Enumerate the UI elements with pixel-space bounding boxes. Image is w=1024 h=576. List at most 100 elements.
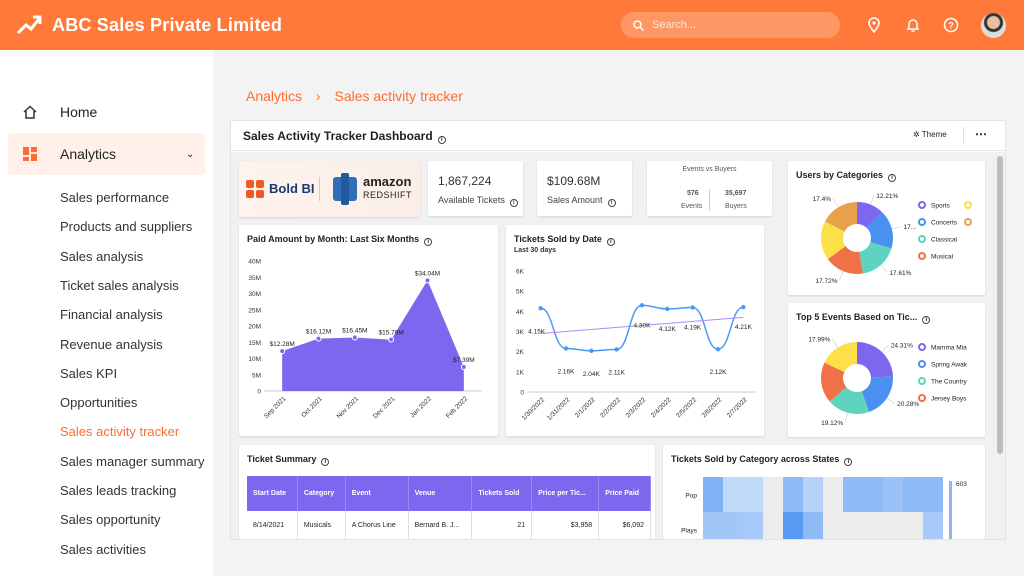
data-label: 2.12K <box>710 369 728 376</box>
slice-label: 24.31% <box>891 342 913 349</box>
trend-up-logo-icon <box>16 15 42 35</box>
column-header[interactable]: Event <box>345 476 409 511</box>
leader-line <box>881 344 890 353</box>
vertical-scrollbar[interactable] <box>997 156 1003 454</box>
sidebar-subitem[interactable]: Sales activity tracker <box>60 424 179 439</box>
column-header[interactable]: Category <box>297 476 346 511</box>
y-tick-label: 0 <box>257 389 261 396</box>
column-header[interactable]: Price Paid <box>598 476 651 511</box>
legend-marker-icon <box>918 343 926 351</box>
buyers-value: 35,697 <box>725 190 747 197</box>
heatmap-cell <box>783 477 803 512</box>
table-cell: A Chorus Line <box>345 511 409 539</box>
sidebar-subitem[interactable]: Revenue analysis <box>60 337 163 352</box>
x-tick-label: Sep 2021 <box>263 395 288 420</box>
column-header[interactable]: Start Date <box>247 476 298 511</box>
column-header[interactable]: Tickets Sold <box>471 476 533 511</box>
legend-marker-icon <box>918 235 926 243</box>
divider <box>319 177 320 201</box>
redshift-logo-icon <box>333 173 357 205</box>
sidebar-subitem[interactable]: Products and suppliers <box>60 219 192 234</box>
leader-line <box>839 271 844 281</box>
events-label: Events <box>681 203 703 210</box>
data-label: $12.28M <box>270 341 295 348</box>
dashboard-titlebar: Sales Activity Tracker Dashboard i ✲ Them… <box>231 121 1005 151</box>
legend-marker-icon <box>964 218 972 226</box>
kpi-value: $109.68M <box>547 174 601 188</box>
sidebar-subitem[interactable]: Opportunities <box>60 395 137 410</box>
sidebar-subitem[interactable]: Sales activities <box>60 542 146 557</box>
column-header[interactable]: Price per Tic... <box>531 476 600 511</box>
area-series <box>282 280 464 391</box>
data-point <box>538 306 543 311</box>
chevron-down-icon: ⌄ <box>186 148 195 160</box>
more-options-button[interactable]: ⋯ <box>975 127 987 141</box>
data-label: 4.21K <box>735 324 753 331</box>
slice-label: 12.21% <box>876 193 898 200</box>
legend-marker-icon <box>918 252 926 260</box>
table-cell: $3,958 <box>531 511 600 539</box>
home-icon <box>23 105 37 119</box>
sidebar-subitem[interactable]: Sales KPI <box>60 366 117 381</box>
boldbi-wordmark: Bold BI <box>269 181 315 196</box>
breadcrumb: Analytics › Sales activity tracker <box>246 88 463 104</box>
data-label: 4.15K <box>528 328 546 335</box>
heatmap-cell <box>883 512 903 539</box>
data-point <box>665 306 670 312</box>
legend-label: Classical <box>931 237 958 244</box>
leader-line <box>880 264 888 273</box>
table-row[interactable]: 8/14/2021 Musicals A Chorus Line Bernard B.… <box>247 511 651 539</box>
data-label: 4.12K <box>659 326 677 333</box>
sidebar-subitem[interactable]: Ticket sales analysis <box>60 278 179 293</box>
sidebar-subitem[interactable]: Financial analysis <box>60 307 163 322</box>
theme-button[interactable]: ✲ Theme <box>913 130 947 139</box>
sidebar-subitem[interactable]: Sales analysis <box>60 249 143 264</box>
leader-line <box>832 198 839 208</box>
breadcrumb-analytics[interactable]: Analytics <box>246 88 302 104</box>
ticket-summary-card: Ticket Summary i Start Date Category Event V… <box>239 445 655 539</box>
y-tick-label: 1K <box>516 369 525 376</box>
location-pin-icon[interactable] <box>866 17 882 33</box>
sidebar-item-label: Home <box>60 104 98 120</box>
sidebar-subitem[interactable]: Sales opportunity <box>60 512 160 527</box>
heatmap-card: Tickets Sold by Category across States i … <box>663 445 985 539</box>
help-icon[interactable]: ? <box>943 17 959 33</box>
sidebar-subitem[interactable]: Sales leads tracking <box>60 483 176 498</box>
leader-line <box>891 226 902 230</box>
legend-marker-icon <box>964 201 972 209</box>
kpi-label-text: Sales Amount <box>547 195 603 205</box>
divider <box>963 127 964 143</box>
data-point <box>279 348 286 355</box>
legend-label: Jersey Boys <box>931 396 967 403</box>
y-tick-label: 40M <box>248 259 261 266</box>
sidebar-item-analytics[interactable]: Analytics ⌄ <box>8 133 205 175</box>
table-title-text: Ticket Summary <box>247 454 317 464</box>
slice-label: 17.72% <box>815 278 837 285</box>
user-avatar[interactable] <box>981 13 1006 38</box>
data-label: $16.12M <box>306 329 331 336</box>
events-vs-buyers-card: Events vs Buyers 576 Events 35,697 Buyer… <box>647 161 772 216</box>
info-icon[interactable]: i <box>509 199 518 207</box>
heatmap-cell <box>763 512 783 539</box>
table-cell: Bernard B. J... <box>408 511 473 539</box>
kpi-value: 1,867,224 <box>438 174 492 188</box>
search-input[interactable] <box>652 19 822 31</box>
leader-line <box>886 397 896 404</box>
y-tick-label: 20M <box>248 324 261 331</box>
heatmap-cell <box>903 477 923 512</box>
bell-icon[interactable] <box>905 17 921 33</box>
info-icon[interactable]: i <box>607 199 616 207</box>
heatmap-cell <box>843 512 863 539</box>
column-header[interactable]: Venue <box>408 476 473 511</box>
sidebar-subitem[interactable]: Sales manager summary <box>60 454 205 469</box>
info-icon[interactable]: i <box>321 458 330 466</box>
donut-chart: 12.21% 17... 17.61% 17.72% 17.4% Sports Concer… <box>813 193 972 285</box>
sidebar-item-home[interactable]: Home <box>8 91 205 133</box>
sidebar-subitem[interactable]: Sales performance <box>60 190 169 205</box>
legend-label: Musical <box>931 254 954 261</box>
leader-line <box>870 195 875 205</box>
info-icon[interactable]: i <box>437 136 446 144</box>
heatmap-cell <box>743 477 763 512</box>
search-box[interactable] <box>621 12 840 38</box>
data-point <box>351 334 358 341</box>
